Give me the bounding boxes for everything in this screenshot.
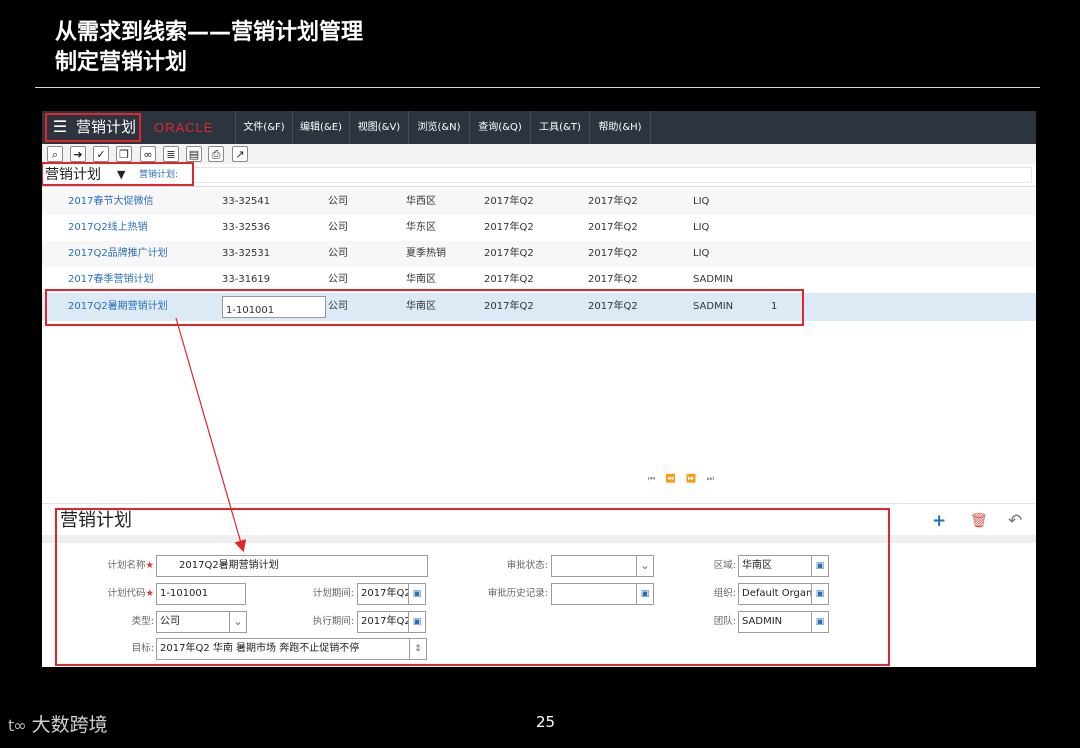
plan-code: 33-32541	[222, 196, 271, 207]
highlight-box-selected-row	[45, 289, 804, 326]
plan-period: 2017年Q2	[484, 196, 534, 207]
link-icon[interactable]: ∞	[140, 146, 156, 162]
plan-owner: LIQ	[693, 222, 710, 233]
go-icon[interactable]: ➜	[70, 146, 86, 162]
add-icon[interactable]: +	[932, 511, 946, 531]
plan-exec-period: 2017年Q2	[588, 196, 638, 207]
plan-exec-period: 2017年Q2	[588, 248, 638, 259]
plan-code: 33-32536	[222, 222, 271, 233]
menu-query[interactable]: 查询(&Q)	[469, 111, 530, 144]
table-row[interactable]: 2017春节大促微信 33-32541 公司 华西区 2017年Q2 2017年…	[42, 189, 1036, 215]
list-icon[interactable]: ≣	[163, 146, 179, 162]
undo-icon[interactable]: ↶	[1008, 511, 1022, 531]
menubar: ☰ 营销计划 ORACLE 文件(&F) 编辑(&E) 视图(&V) 浏览(&N…	[42, 111, 1036, 144]
plan-name-link[interactable]: 2017Q2线上热销	[68, 215, 148, 241]
menu-navigate[interactable]: 浏览(&N)	[408, 111, 469, 144]
plan-type: 公司	[328, 222, 348, 233]
plan-exec-period: 2017年Q2	[588, 222, 638, 233]
menu-view[interactable]: 视图(&V)	[349, 111, 408, 144]
plan-name-link[interactable]: 2017春节大促微信	[68, 189, 153, 215]
chart-icon[interactable]: ↗	[232, 146, 248, 162]
plan-owner: LIQ	[693, 248, 710, 259]
form-separator	[42, 503, 1036, 504]
footer-logo: t∞ 大数跨境	[8, 712, 108, 739]
page-number: 25	[536, 713, 556, 731]
slide-title-line2: 制定营销计划	[55, 50, 188, 75]
menu-help[interactable]: 帮助(&H)	[589, 111, 651, 144]
slide-title-line1: 从需求到线索——营销计划管理	[55, 20, 364, 45]
table-row[interactable]: 2017Q2品牌推广计划 33-32531 公司 夏季热销 2017年Q2 20…	[42, 241, 1036, 267]
plan-type: 公司	[328, 196, 348, 207]
highlight-box-form	[55, 508, 890, 666]
clipboard-icon[interactable]: ✓	[93, 146, 109, 162]
menu-file[interactable]: 文件(&F)	[235, 111, 292, 144]
table-row[interactable]: 2017Q2线上热销 33-32536 公司 华东区 2017年Q2 2017年…	[42, 215, 1036, 241]
highlight-box-app-title	[45, 113, 141, 142]
slide-title: 从需求到线索——营销计划管理 制定营销计划	[55, 18, 363, 78]
pager-controls[interactable]: ⏮ ⏪ ⏩ ⏭	[648, 474, 718, 484]
plan-period: 2017年Q2	[484, 248, 534, 259]
menu-edit[interactable]: 编辑(&E)	[292, 111, 349, 144]
query-input[interactable]	[192, 167, 1032, 183]
oracle-logo: ORACLE	[154, 120, 214, 135]
plan-name-link[interactable]: 2017Q2品牌推广计划	[68, 241, 168, 267]
search-icon[interactable]: ⌕	[47, 146, 63, 162]
plan-period: 2017年Q2	[484, 222, 534, 233]
app-window: ☰ 营销计划 ORACLE 文件(&F) 编辑(&E) 视图(&V) 浏览(&N…	[42, 111, 1036, 667]
print-icon[interactable]: ⎙	[208, 146, 224, 162]
brand-mark-icon: t∞	[8, 716, 27, 735]
highlight-box-query	[42, 162, 194, 186]
plan-region: 夏季热销	[406, 248, 446, 259]
plan-region: 华西区	[406, 196, 436, 207]
delete-icon[interactable]: 🗑	[970, 511, 988, 531]
plan-code: 33-32531	[222, 248, 271, 259]
plan-type: 公司	[328, 248, 348, 259]
footer-logo-text: 大数跨境	[31, 714, 108, 736]
slide-divider	[35, 87, 1040, 88]
plan-owner: LIQ	[693, 196, 710, 207]
copy-icon[interactable]: ❐	[116, 146, 132, 162]
plan-region: 华东区	[406, 222, 436, 233]
document-icon[interactable]: ▤	[186, 146, 202, 162]
menu-tools[interactable]: 工具(&T)	[530, 111, 589, 144]
